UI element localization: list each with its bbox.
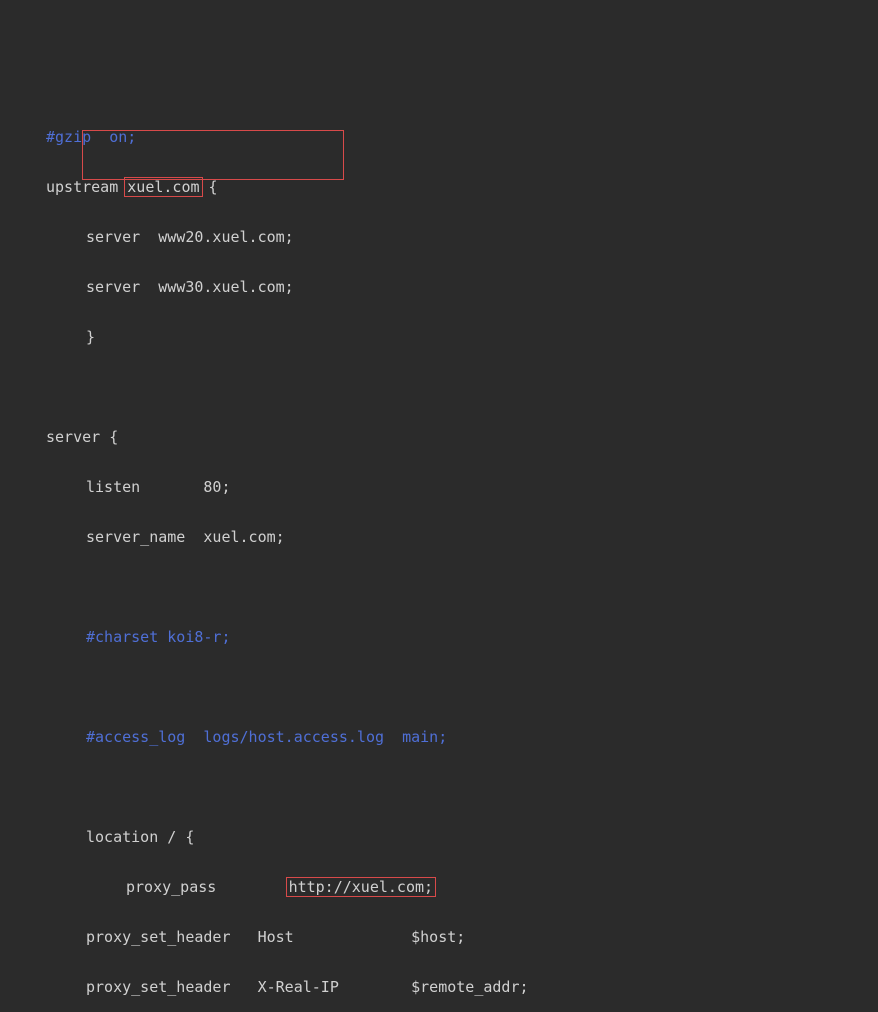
line-2: upstream xuel.com { <box>0 175 878 200</box>
comment-accesslog: #access_log logs/host.access.log main; <box>86 728 447 746</box>
upstream-server-1: server www20.xuel.com; <box>86 228 294 246</box>
line-10: #access_log logs/host.access.log main; <box>0 725 878 750</box>
line-blank-4 <box>0 775 878 800</box>
line-5: } <box>0 325 878 350</box>
line-6: server { <box>0 425 878 450</box>
proxy-pass-url: http://xuel.com; <box>286 877 437 897</box>
line-4: server www30.xuel.com; <box>0 275 878 300</box>
comment-gzip: #gzip on; <box>46 128 136 146</box>
line-7: listen 80; <box>0 475 878 500</box>
line-blank-3 <box>0 675 878 700</box>
line-1: #gzip on; <box>0 125 878 150</box>
line-13: proxy_set_header Host $host; <box>0 925 878 950</box>
upstream-server-2: server www30.xuel.com; <box>86 278 294 296</box>
code-block: #gzip on; upstream xuel.com { server www… <box>0 100 878 1012</box>
upstream-name: xuel.com <box>124 177 202 197</box>
line-11: location / { <box>0 825 878 850</box>
line-14: proxy_set_header X-Real-IP $remote_addr; <box>0 975 878 1000</box>
line-blank-1 <box>0 375 878 400</box>
comment-charset: #charset koi8-r; <box>86 628 231 646</box>
line-9: #charset koi8-r; <box>0 625 878 650</box>
line-3: server www20.xuel.com; <box>0 225 878 250</box>
line-blank-2 <box>0 575 878 600</box>
line-8: server_name xuel.com; <box>0 525 878 550</box>
line-12: proxy_pass http://xuel.com; <box>0 875 878 900</box>
